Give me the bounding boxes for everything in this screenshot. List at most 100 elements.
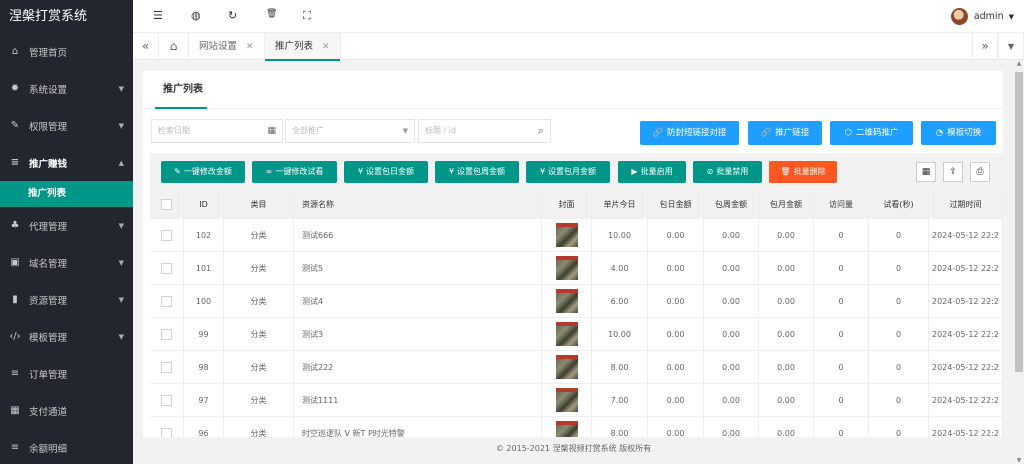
table-cell-category: 分类 bbox=[224, 417, 294, 437]
username: admin bbox=[973, 11, 1004, 22]
column-header: ID bbox=[184, 190, 224, 218]
promo-select[interactable]: 全部推广 ▼ bbox=[285, 119, 415, 143]
page-scrollbar[interactable]: ▲ ▼ bbox=[1014, 60, 1024, 464]
toolbar-button[interactable]: ✎ 一键修改金额 bbox=[161, 161, 245, 183]
placeholder-text: 全部推广 bbox=[292, 126, 324, 135]
toolbar-button[interactable]: 🗑 批量删除 bbox=[769, 161, 837, 183]
tabs-menu-chevron-icon[interactable]: ▼ bbox=[998, 33, 1024, 60]
table-cell-month: 0.00 bbox=[759, 318, 814, 350]
sidebar-item[interactable]: ▮ 资源管理 ▼ bbox=[0, 281, 133, 318]
table-row[interactable]: 98 分类 测试222 8.00 0.00 0.00 0.00 0 0 2024-05-12 22… bbox=[150, 351, 1003, 384]
sidebar-item[interactable]: ✹ 系统设置 ▼ bbox=[0, 70, 133, 107]
header-checkbox-cell bbox=[150, 190, 184, 218]
sidebar-item[interactable]: ▣ 域名管理 ▼ bbox=[0, 244, 133, 281]
date-search-input[interactable]: 检索日期 ▦ bbox=[151, 119, 283, 143]
sidebar-item[interactable]: ≡ 余额明细 bbox=[0, 429, 133, 464]
clear-cache-icon[interactable]: 🗑 bbox=[266, 9, 277, 19]
action-button[interactable]: ⬡ 二维码推广 bbox=[830, 121, 913, 145]
toolbar-button[interactable]: ¥ 设置包日金额 bbox=[344, 161, 428, 183]
close-icon[interactable]: ✕ bbox=[246, 42, 254, 52]
sidebar-item-label: 域名管理 bbox=[29, 258, 68, 270]
chevron-down-icon: ▼ bbox=[118, 121, 124, 130]
menu-toggle-icon[interactable]: ☰ bbox=[153, 9, 163, 22]
infinity-icon: ∞ bbox=[265, 167, 273, 176]
table-cell-trial: 0 bbox=[869, 252, 929, 284]
users-icon: ♣ bbox=[10, 220, 20, 231]
row-checkbox[interactable] bbox=[161, 394, 172, 406]
close-icon[interactable]: ✕ bbox=[322, 42, 330, 52]
sidebar-item[interactable]: ⌂ 管理首页 bbox=[0, 33, 133, 70]
placeholder-text: 检索日期 bbox=[158, 126, 190, 135]
row-checkbox-cell bbox=[150, 417, 184, 437]
action-button[interactable]: 🔗 防封短链接对接 bbox=[640, 121, 739, 145]
sidebar-item-label: 订单管理 bbox=[29, 369, 68, 381]
button-label: 设置包月金额 bbox=[548, 167, 597, 176]
cover-thumbnail[interactable] bbox=[555, 322, 578, 346]
toolbar-button[interactable]: ¥ 设置包周金额 bbox=[435, 161, 519, 183]
title-underline bbox=[155, 107, 207, 109]
tab-promo-list[interactable]: 推广列表 ✕ bbox=[265, 33, 341, 61]
row-checkbox[interactable] bbox=[161, 328, 172, 340]
columns-filter-icon[interactable]: ▦ bbox=[916, 162, 936, 182]
toolbar-button[interactable]: ¥ 设置包月金额 bbox=[526, 161, 610, 183]
table-row[interactable]: 97 分类 测试1111 7.00 0.00 0.00 0.00 0 0 2024-05-12 2… bbox=[150, 384, 1003, 417]
tab-home-icon[interactable]: ⌂ bbox=[159, 33, 189, 60]
tab-label: 网站设置 bbox=[199, 41, 238, 52]
cover-thumbnail[interactable] bbox=[555, 421, 578, 437]
sidebar-item[interactable]: ▦ 支付通道 bbox=[0, 392, 133, 429]
sidebar-subitem-promo-list[interactable]: 推广列表 bbox=[0, 181, 133, 207]
user-menu[interactable]: admin ▼ bbox=[950, 8, 1014, 25]
table-row[interactable]: 99 分类 测试3 10.00 0.00 0.00 0.00 0 0 2024-05-12 22:… bbox=[150, 318, 1003, 351]
action-button[interactable]: 🔗 推广链接 bbox=[748, 121, 822, 145]
print-icon[interactable]: ⎙ bbox=[970, 162, 990, 182]
sidebar-item[interactable]: ≡ 订单管理 bbox=[0, 355, 133, 392]
tabs-scroll-left-icon[interactable]: « bbox=[133, 33, 159, 60]
keyword-search-input[interactable]: 标题 / id ⌕ bbox=[418, 119, 551, 143]
tabs-scroll-right-icon[interactable]: » bbox=[972, 33, 998, 60]
toolbar-button[interactable]: ⊘ 批量禁用 bbox=[693, 161, 762, 183]
scroll-up-icon[interactable]: ▲ bbox=[1014, 60, 1024, 67]
table-row[interactable]: 100 分类 测试4 6.00 0.00 0.00 0.00 0 0 2024-05-12 22:… bbox=[150, 285, 1003, 318]
table-row[interactable]: 102 分类 测试666 10.00 0.00 0.00 0.00 0 0 2024-05-12 … bbox=[150, 219, 1003, 252]
tab-site-settings[interactable]: 网站设置 ✕ bbox=[189, 33, 265, 60]
refresh-icon[interactable]: ↻ bbox=[228, 9, 237, 22]
search-icon[interactable]: ⌕ bbox=[538, 120, 544, 142]
sidebar-item[interactable]: ‹/› 模板管理 ▼ bbox=[0, 318, 133, 355]
row-checkbox[interactable] bbox=[161, 229, 172, 241]
table-cell-day: 0.00 bbox=[648, 384, 704, 416]
scroll-down-icon[interactable]: ▼ bbox=[1014, 457, 1024, 464]
table-cell-expire: 2024-05-12 22:2 bbox=[929, 384, 1003, 416]
title-divider bbox=[143, 108, 1003, 109]
row-checkbox[interactable] bbox=[161, 262, 172, 274]
cube-icon: ⬡ bbox=[844, 128, 852, 138]
cover-thumbnail[interactable] bbox=[555, 256, 578, 280]
row-checkbox[interactable] bbox=[161, 295, 172, 307]
row-checkbox-cell bbox=[150, 351, 184, 383]
export-icon[interactable]: ⇪ bbox=[943, 162, 963, 182]
table-cell-month: 0.00 bbox=[759, 417, 814, 437]
scroll-thumb[interactable] bbox=[1015, 72, 1023, 372]
row-checkbox[interactable] bbox=[161, 361, 172, 373]
sidebar-item[interactable]: ≡ 推广赚钱 ▲ bbox=[0, 144, 133, 181]
table-row[interactable]: 101 分类 测试5 4.00 0.00 0.00 0.00 0 0 2024-05-12 22:… bbox=[150, 252, 1003, 285]
toolbar-button[interactable]: ▶ 批量启用 bbox=[618, 161, 686, 183]
select-all-checkbox[interactable] bbox=[161, 198, 172, 210]
table-row[interactable]: 96 分类 时空巡逻队 V 新T P时光特警 8.00 0.00 0.00 0.00 0 0 20… bbox=[150, 417, 1003, 437]
cover-thumbnail[interactable] bbox=[555, 223, 578, 247]
action-button[interactable]: ◔ 模板切换 bbox=[921, 121, 996, 145]
globe-icon[interactable]: ◍ bbox=[191, 9, 201, 22]
table-cell-id: 99 bbox=[184, 318, 224, 350]
sidebar-item-label: 管理首页 bbox=[29, 47, 68, 59]
table-cell-name: 测试4 bbox=[294, 285, 542, 317]
row-checkbox-cell bbox=[150, 285, 184, 317]
sidebar-item-label: 代理管理 bbox=[29, 221, 68, 233]
cover-thumbnail[interactable] bbox=[555, 289, 578, 313]
sidebar-item[interactable]: ♣ 代理管理 ▼ bbox=[0, 207, 133, 244]
sidebar-item[interactable]: ✎ 权限管理 ▼ bbox=[0, 107, 133, 144]
cover-thumbnail[interactable] bbox=[555, 355, 578, 379]
fullscreen-icon[interactable]: ⛶ bbox=[303, 9, 311, 23]
placeholder-text: 标题 / id bbox=[425, 126, 457, 135]
cover-thumbnail[interactable] bbox=[555, 388, 578, 412]
row-checkbox[interactable] bbox=[161, 427, 172, 437]
toolbar-button[interactable]: ∞ 一键修改试看 bbox=[252, 161, 337, 183]
